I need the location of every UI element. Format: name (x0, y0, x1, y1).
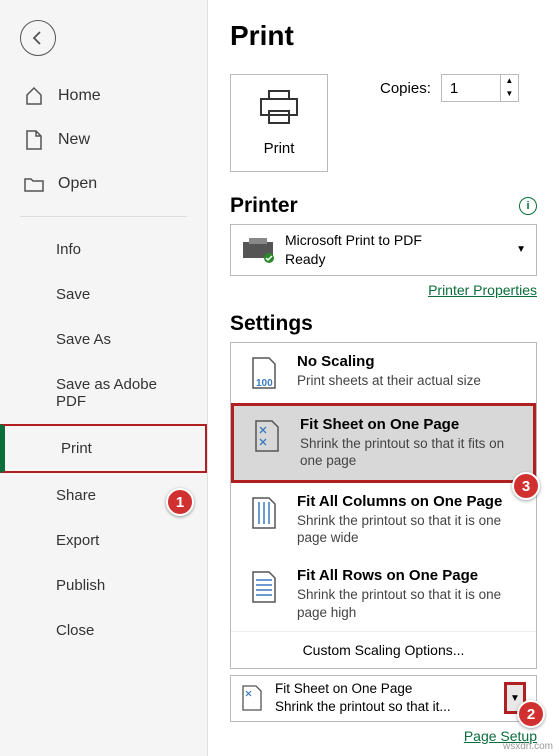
fit-sheet-icon (241, 684, 263, 712)
nav-save-as[interactable]: Save As (0, 317, 207, 362)
nav-close[interactable]: Close (0, 608, 207, 653)
option-title: Fit All Columns on One Page (297, 493, 520, 510)
copies-spinner[interactable]: ▲ ▼ (441, 74, 519, 102)
nav-print[interactable]: Print (0, 424, 207, 473)
option-text: Fit All Rows on One Page Shrink the prin… (297, 567, 520, 621)
option-fit-columns[interactable]: Fit All Columns on One Page Shrink the p… (231, 483, 536, 557)
spinner-up[interactable]: ▲ (501, 75, 518, 88)
printer-name: Microsoft Print to PDF (285, 231, 506, 250)
nav-open[interactable]: Open (0, 162, 207, 206)
spinner-down[interactable]: ▼ (501, 88, 518, 101)
document-icon (24, 130, 44, 150)
nav-new-label: New (58, 131, 90, 149)
current-title: Fit Sheet on One Page (275, 680, 492, 698)
printer-section-header: Printer i (230, 194, 537, 218)
copies-group: Copies: ▲ ▼ (380, 74, 519, 102)
nav-publish[interactable]: Publish (0, 563, 207, 608)
print-row: Print Copies: ▲ ▼ (230, 74, 537, 172)
chevron-down-icon: ▼ (516, 244, 526, 255)
printer-text: Microsoft Print to PDF Ready (285, 231, 506, 269)
printer-selector[interactable]: Microsoft Print to PDF Ready ▼ (230, 224, 537, 276)
option-desc: Shrink the printout so that it is one pa… (297, 512, 520, 547)
printer-heading: Printer (230, 194, 298, 218)
sidebar-divider (20, 216, 187, 217)
copies-label: Copies: (380, 80, 431, 97)
fit-columns-icon (247, 493, 281, 533)
nav-home-label: Home (58, 87, 101, 105)
info-icon[interactable]: i (519, 197, 537, 215)
option-desc: Shrink the printout so that it fits on o… (300, 435, 517, 470)
no-scaling-icon: 100 (247, 353, 281, 393)
option-text: Fit All Columns on One Page Shrink the p… (297, 493, 520, 547)
current-scaling-selector[interactable]: Fit Sheet on One Page Shrink the printou… (230, 675, 537, 721)
option-desc: Print sheets at their actual size (297, 372, 520, 390)
watermark: wsxdn.com (503, 741, 553, 752)
current-text: Fit Sheet on One Page Shrink the printou… (275, 680, 492, 716)
option-text: Fit Sheet on One Page Shrink the printou… (300, 416, 517, 470)
main-panel: Print Print Copies: ▲ ▼ Printer i Micros… (208, 0, 559, 756)
option-title: Fit All Rows on One Page (297, 567, 520, 584)
annotation-marker-2: 2 (517, 700, 545, 728)
home-icon (24, 86, 44, 106)
folder-icon (24, 174, 44, 194)
option-title: Fit Sheet on One Page (300, 416, 517, 433)
scaling-options-panel: 100 No Scaling Print sheets at their act… (230, 342, 537, 669)
option-desc: Shrink the printout so that it is one pa… (297, 586, 520, 621)
nav-open-label: Open (58, 175, 97, 193)
svg-text:100: 100 (256, 378, 273, 389)
back-button[interactable] (20, 20, 56, 56)
page-setup-link[interactable]: Page Setup (230, 728, 537, 744)
printer-status: Ready (285, 250, 506, 269)
printer-device-icon (241, 236, 275, 264)
fit-sheet-icon (250, 416, 284, 456)
nav-save[interactable]: Save (0, 272, 207, 317)
current-desc: Shrink the printout so that it... (275, 698, 492, 716)
option-no-scaling[interactable]: 100 No Scaling Print sheets at their act… (231, 343, 536, 403)
copies-input[interactable] (442, 75, 500, 101)
print-button-label: Print (257, 140, 301, 157)
nav-new[interactable]: New (0, 118, 207, 162)
backstage-sidebar: Home New Open Info Save Save As Save as … (0, 0, 208, 756)
nav-home[interactable]: Home (0, 74, 207, 118)
custom-scaling-link[interactable]: Custom Scaling Options... (231, 631, 536, 668)
print-button[interactable]: Print (230, 74, 328, 172)
nav-export[interactable]: Export (0, 518, 207, 563)
page-title: Print (230, 20, 537, 52)
arrow-left-icon (30, 30, 46, 46)
annotation-marker-3: 3 (512, 472, 540, 500)
nav-info[interactable]: Info (0, 227, 207, 272)
spinner-arrows: ▲ ▼ (500, 75, 518, 101)
option-fit-rows[interactable]: Fit All Rows on One Page Shrink the prin… (231, 557, 536, 631)
nav-save-adobe[interactable]: Save as Adobe PDF (0, 362, 207, 424)
option-title: No Scaling (297, 353, 520, 370)
option-text: No Scaling Print sheets at their actual … (297, 353, 520, 390)
option-fit-sheet[interactable]: Fit Sheet on One Page Shrink the printou… (231, 403, 536, 483)
printer-icon (257, 89, 301, 125)
annotation-marker-1: 1 (166, 488, 194, 516)
settings-heading: Settings (230, 312, 537, 336)
printer-properties-link[interactable]: Printer Properties (230, 282, 537, 298)
fit-rows-icon (247, 567, 281, 607)
